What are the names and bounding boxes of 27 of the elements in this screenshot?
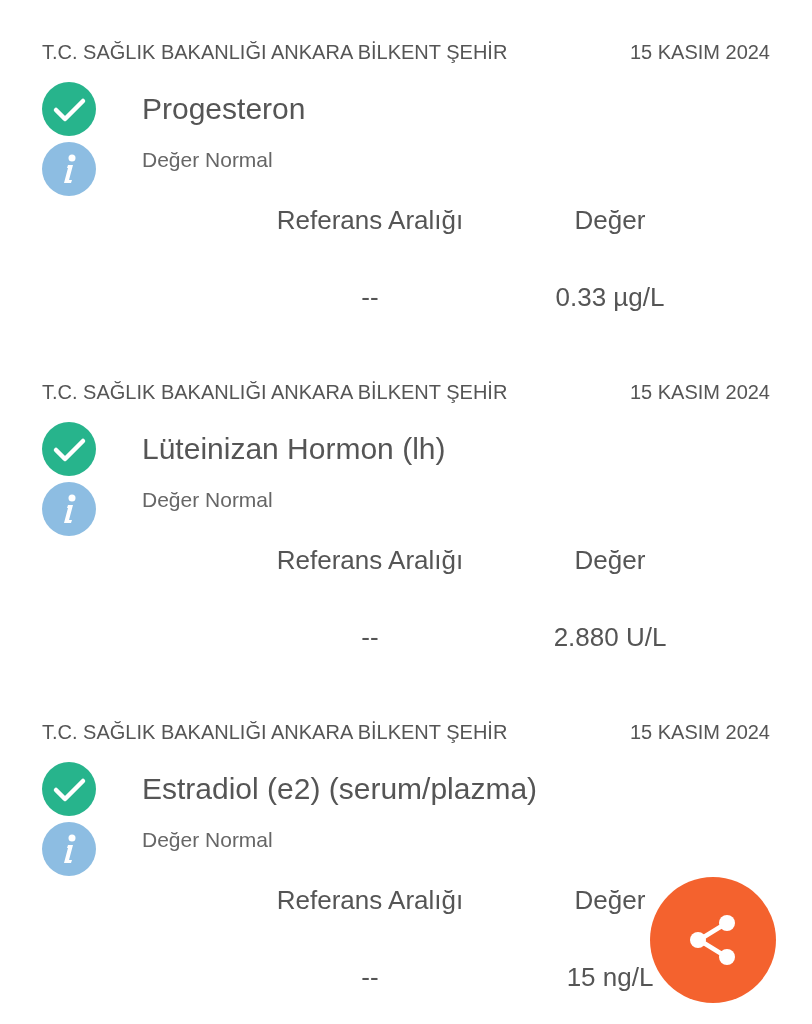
test-name: Estradiol (e2) (serum/plazma): [142, 772, 538, 806]
test-name: Lüteinizan Hormon (lh): [142, 432, 446, 466]
test-name: Progesteron: [142, 92, 306, 126]
facility-name: T.C. SAĞLIK BAKANLIĞI ANKARA BİLKENT ŞEHİR: [42, 40, 508, 64]
column-label: Değer: [574, 204, 646, 236]
result-date: 15 KASIM 2024: [629, 380, 770, 404]
info-icon: [42, 142, 96, 196]
status-note: Değer Normal: [142, 148, 273, 172]
result-value: 0.33 µg/L: [555, 281, 665, 313]
reference-range: --: [361, 281, 379, 313]
result-value: 2.880 U/L: [553, 621, 667, 653]
reference-range: --: [361, 961, 379, 993]
status-note: Değer Normal: [142, 488, 273, 512]
info-icon: [42, 822, 96, 876]
column-label: Referans Aralığı: [276, 204, 464, 236]
column-label: Değer: [574, 884, 646, 916]
result-date: 15 KASIM 2024: [629, 40, 770, 64]
info-icon: [42, 482, 96, 536]
status-note: Değer Normal: [142, 828, 273, 852]
column-label: Değer: [574, 544, 646, 576]
result-date: 15 KASIM 2024: [629, 720, 770, 744]
column-label: Referans Aralığı: [276, 884, 464, 916]
result-value: 15 ng/L: [566, 961, 654, 993]
reference-range: --: [361, 621, 379, 653]
column-label: Referans Aralığı: [276, 544, 464, 576]
facility-name: T.C. SAĞLIK BAKANLIĞI ANKARA BİLKENT ŞEHİR: [42, 720, 508, 744]
facility-name: T.C. SAĞLIK BAKANLIĞI ANKARA BİLKENT ŞEHİR: [42, 380, 508, 404]
